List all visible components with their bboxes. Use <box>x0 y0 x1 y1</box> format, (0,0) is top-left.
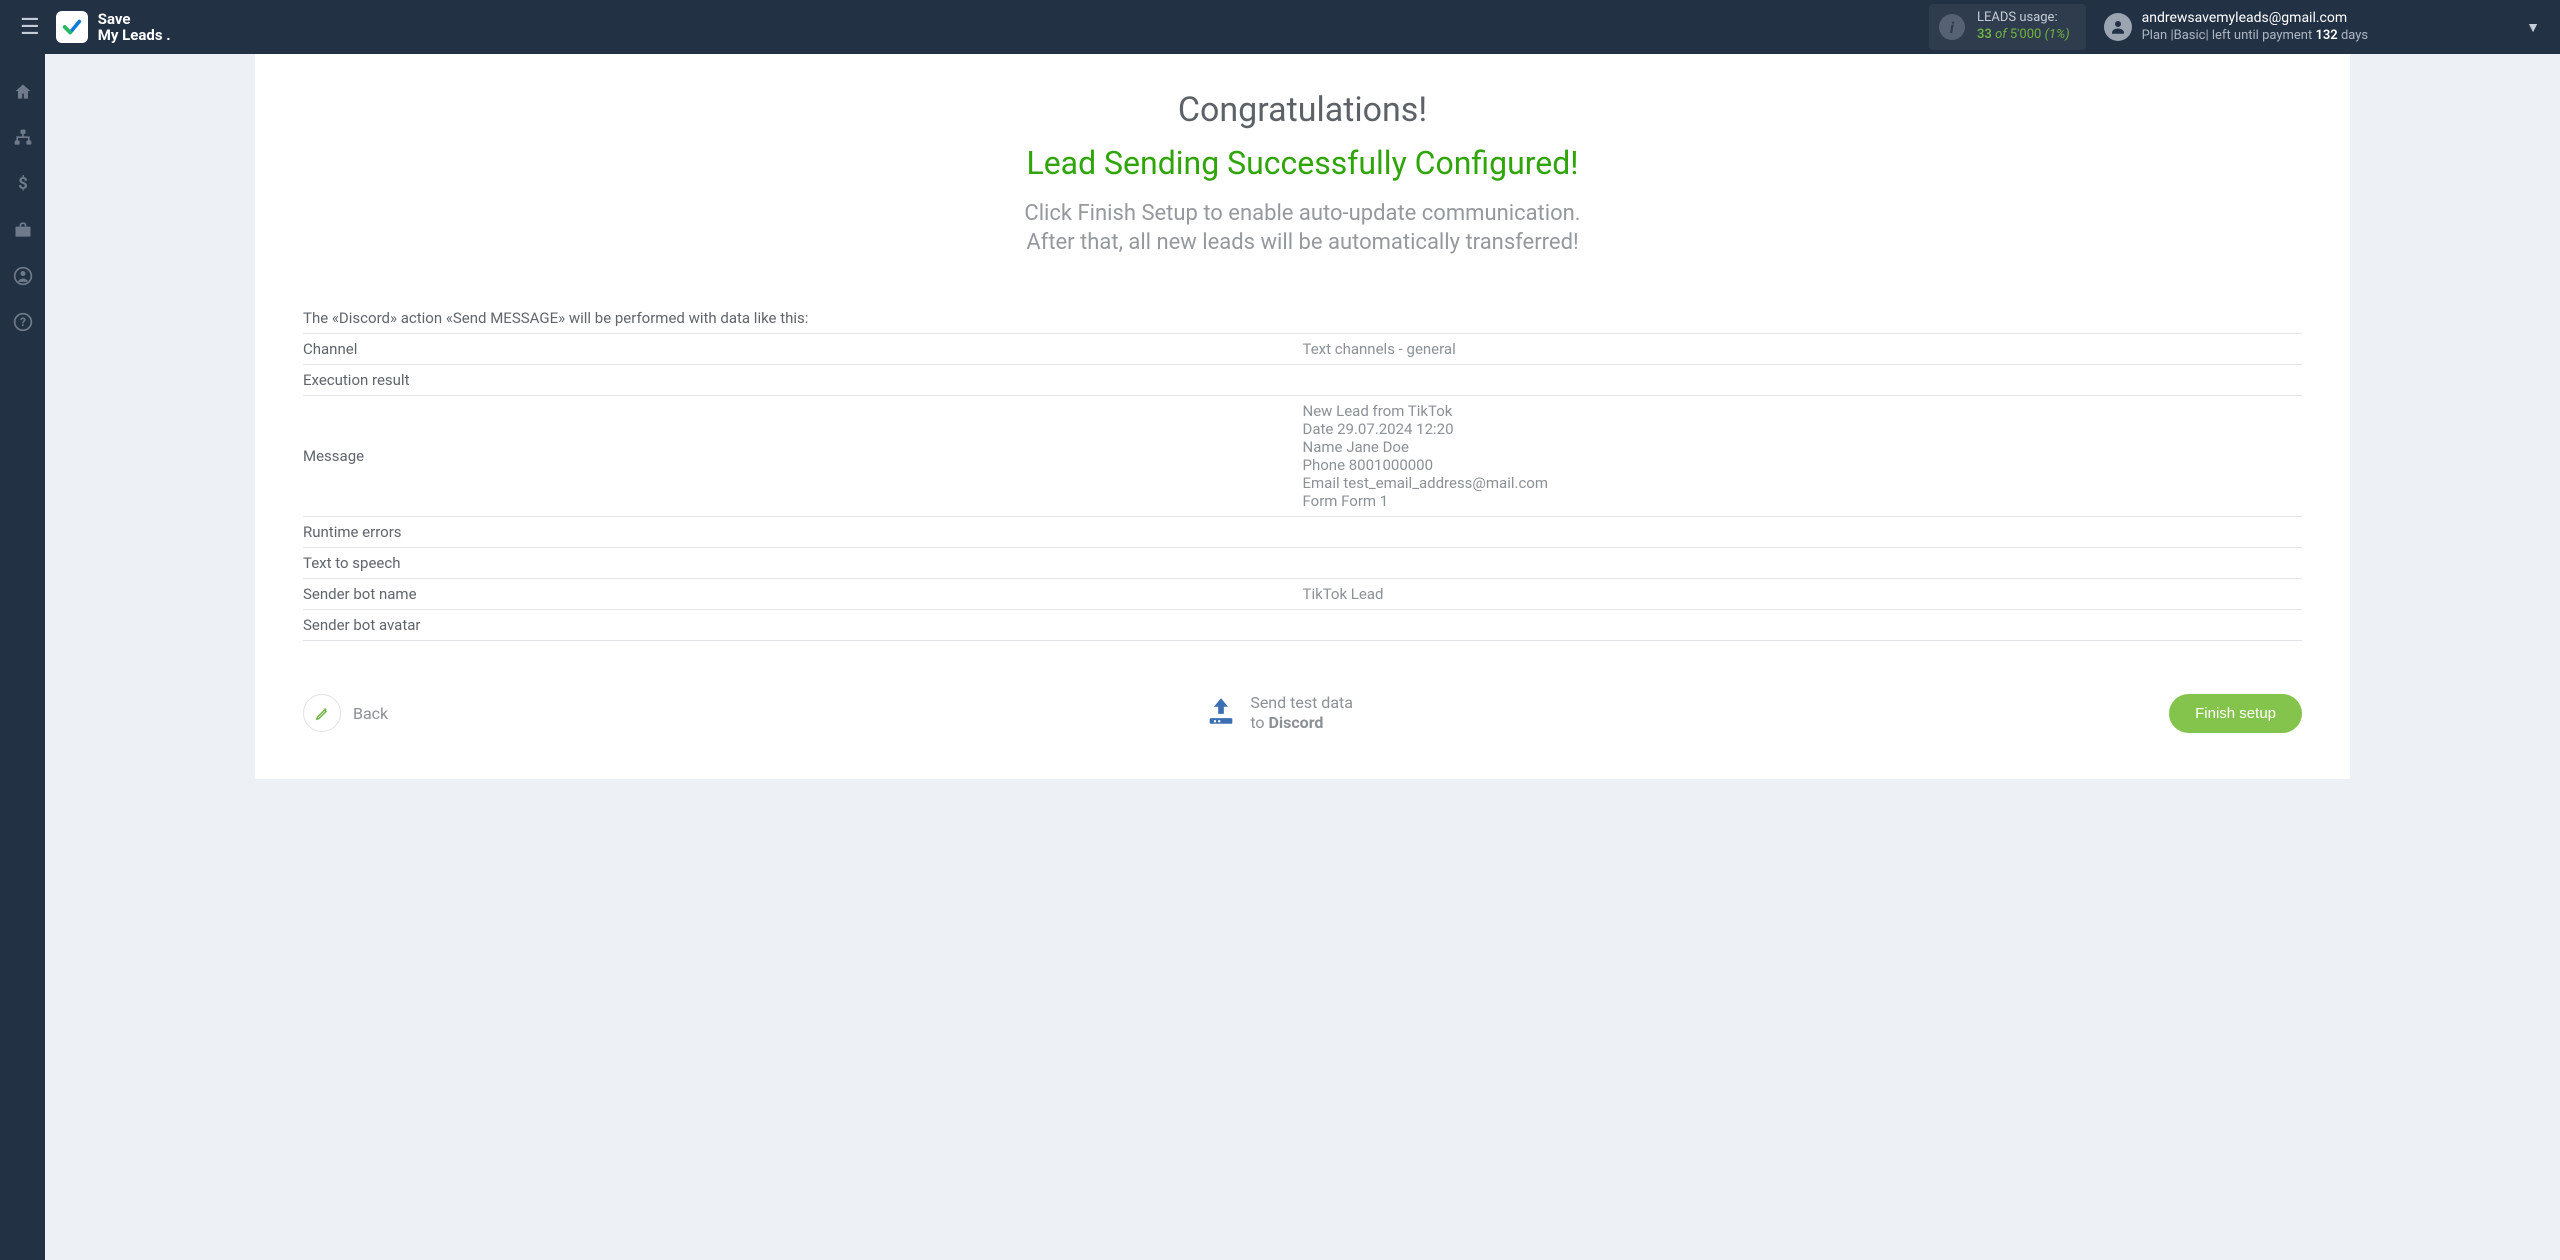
table-row: Sender bot name TikTok Lead <box>303 578 2302 609</box>
usage-label: LEADS usage: <box>1977 10 2070 27</box>
setup-card: Congratulations! Lead Sending Successful… <box>255 54 2350 779</box>
table-row: Message New Lead from TikTok Date 29.07.… <box>303 395 2302 516</box>
row-value: TikTok Lead <box>1303 579 2303 609</box>
sidebar-home-icon[interactable] <box>0 72 45 112</box>
account-text: andrewsavemyleads@gmail.com Plan |Basic|… <box>2142 10 2369 44</box>
row-value <box>1303 610 2303 640</box>
back-button[interactable]: Back <box>303 694 388 732</box>
table-row: Runtime errors <box>303 516 2302 547</box>
usage-current: 33 <box>1977 27 1992 42</box>
topbar: ☰ Save My Leads . i LEADS usage: 33 of 5… <box>0 0 2560 54</box>
row-value <box>1303 548 2303 578</box>
sidebar-briefcase-icon[interactable] <box>0 210 45 250</box>
svg-text:?: ? <box>20 315 26 329</box>
footer-actions: Back Send test data to Discord Finish se… <box>303 693 2302 733</box>
row-label: Channel <box>303 334 1303 364</box>
sidebar: $ ? <box>0 54 45 1260</box>
row-label: Execution result <box>303 365 1303 395</box>
row-value: Text channels - general <box>1303 334 2303 364</box>
sidebar-connections-icon[interactable] <box>0 118 45 158</box>
send-test-text: Send test data to Discord <box>1250 693 1353 733</box>
topbar-right: i LEADS usage: 33 of 5'000 (1%) andrewsa… <box>1929 4 2540 50</box>
account-email: andrewsavemyleads@gmail.com <box>2142 10 2369 28</box>
usage-pct: (1%) <box>2045 27 2070 42</box>
data-table: Channel Text channels - general Executio… <box>303 333 2302 641</box>
table-row: Text to speech <box>303 547 2302 578</box>
send-test-data-button[interactable]: Send test data to Discord <box>1204 693 1353 733</box>
action-description: The «Discord» action «Send MESSAGE» will… <box>303 309 2302 327</box>
row-label: Text to speech <box>303 548 1303 578</box>
upload-icon <box>1204 694 1238 732</box>
usage-box[interactable]: i LEADS usage: 33 of 5'000 (1%) <box>1929 4 2086 50</box>
row-label: Message <box>303 396 1303 516</box>
table-row: Execution result <box>303 364 2302 395</box>
sidebar-user-icon[interactable] <box>0 256 45 296</box>
congrats-title: Congratulations! <box>303 90 2302 130</box>
usage-total: 5'000 <box>2010 27 2042 42</box>
sidebar-help-icon[interactable]: ? <box>0 302 45 342</box>
table-row: Channel Text channels - general <box>303 333 2302 364</box>
avatar-icon <box>2104 13 2132 41</box>
table-row: Sender bot avatar <box>303 609 2302 641</box>
account-block[interactable]: andrewsavemyleads@gmail.com Plan |Basic|… <box>2104 10 2369 44</box>
row-value: New Lead from TikTok Date 29.07.2024 12:… <box>1303 396 2303 516</box>
sub-description: Click Finish Setup to enable auto-update… <box>303 200 2302 257</box>
back-label: Back <box>353 704 388 723</box>
logo-text: Save My Leads . <box>98 11 171 44</box>
row-label: Sender bot name <box>303 579 1303 609</box>
usage-of: of <box>1995 27 2010 42</box>
finish-setup-button[interactable]: Finish setup <box>2169 694 2302 733</box>
main: Congratulations! Lead Sending Successful… <box>45 54 2560 1260</box>
chevron-down-icon[interactable]: ▼ <box>2526 19 2540 36</box>
logo[interactable]: Save My Leads . <box>56 11 171 44</box>
info-icon: i <box>1939 14 1965 40</box>
account-plan: Plan |Basic| left until payment 132 days <box>2142 28 2369 44</box>
layout: $ ? Congratulations! Lead Sending Succes… <box>0 54 2560 1260</box>
svg-text:$: $ <box>18 175 28 194</box>
row-value <box>1303 365 2303 395</box>
success-subtitle: Lead Sending Successfully Configured! <box>303 144 2302 182</box>
pencil-icon <box>303 694 341 732</box>
row-label: Runtime errors <box>303 517 1303 547</box>
logo-check-icon <box>56 11 88 43</box>
row-label: Sender bot avatar <box>303 610 1303 640</box>
row-value <box>1303 517 2303 547</box>
usage-text: LEADS usage: 33 of 5'000 (1%) <box>1977 10 2070 44</box>
hamburger-icon[interactable]: ☰ <box>10 9 50 46</box>
sidebar-billing-icon[interactable]: $ <box>0 164 45 204</box>
